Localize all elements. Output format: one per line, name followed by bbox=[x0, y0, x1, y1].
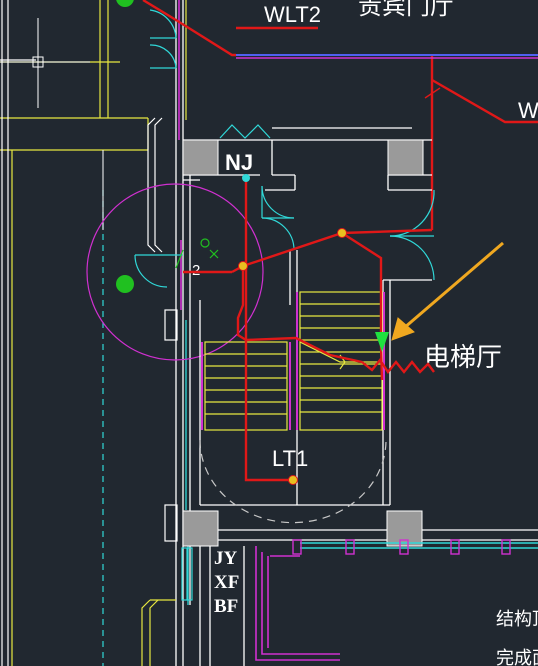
magenta-detail-circle bbox=[86, 183, 264, 361]
shaft-label-bf: BF bbox=[214, 596, 238, 617]
label-w-partial: W bbox=[518, 98, 538, 123]
callout-arrow-icon bbox=[391, 241, 504, 341]
green-light-fixture-icon bbox=[375, 332, 389, 352]
left-door-frame bbox=[147, 117, 178, 542]
wiring-top bbox=[142, 0, 538, 230]
label-lt1: LT1 bbox=[272, 446, 308, 471]
shaft-label-xf: XF bbox=[214, 572, 239, 593]
cad-drawing-viewport[interactable]: 2 WLT2 贵宾门厅 W 电梯厅 NJ LT1 JY XF BF 结构 完成 bbox=[0, 0, 538, 666]
shaft-magenta-walls bbox=[255, 546, 340, 661]
label-wlt2: WLT2 bbox=[264, 2, 321, 27]
elevator-hall-walls bbox=[183, 127, 538, 541]
note-structure-top: 结构顶 bbox=[496, 609, 538, 629]
corridor-magenta-lines bbox=[178, 0, 182, 310]
column-top-left bbox=[182, 139, 219, 176]
green-marker-left bbox=[116, 275, 134, 293]
green-marker-top bbox=[116, 0, 134, 7]
floor-plan-drawing: 2 WLT2 贵宾门厅 W 电梯厅 NJ LT1 JY XF BF 结构 完成 bbox=[0, 0, 538, 666]
marker-number: 2 bbox=[192, 262, 200, 279]
column-top-right bbox=[387, 139, 424, 176]
shaft-label-jy: JY bbox=[214, 548, 238, 569]
nj-node bbox=[242, 174, 250, 182]
label-nj: NJ bbox=[225, 150, 253, 175]
note-finish-surface: 完成面 bbox=[496, 648, 538, 666]
callout-label: 电梯厅 bbox=[424, 342, 502, 372]
left-structure-lines bbox=[0, 0, 149, 666]
label-room-title: 贵宾门厅 bbox=[358, 0, 454, 20]
column-bottom-right bbox=[386, 510, 423, 547]
left-door-frame-yellow bbox=[141, 599, 176, 666]
left-white-columns bbox=[0, 0, 36, 666]
crosshair-cursor-icon bbox=[0, 18, 90, 108]
column-bottom-left bbox=[182, 510, 219, 547]
